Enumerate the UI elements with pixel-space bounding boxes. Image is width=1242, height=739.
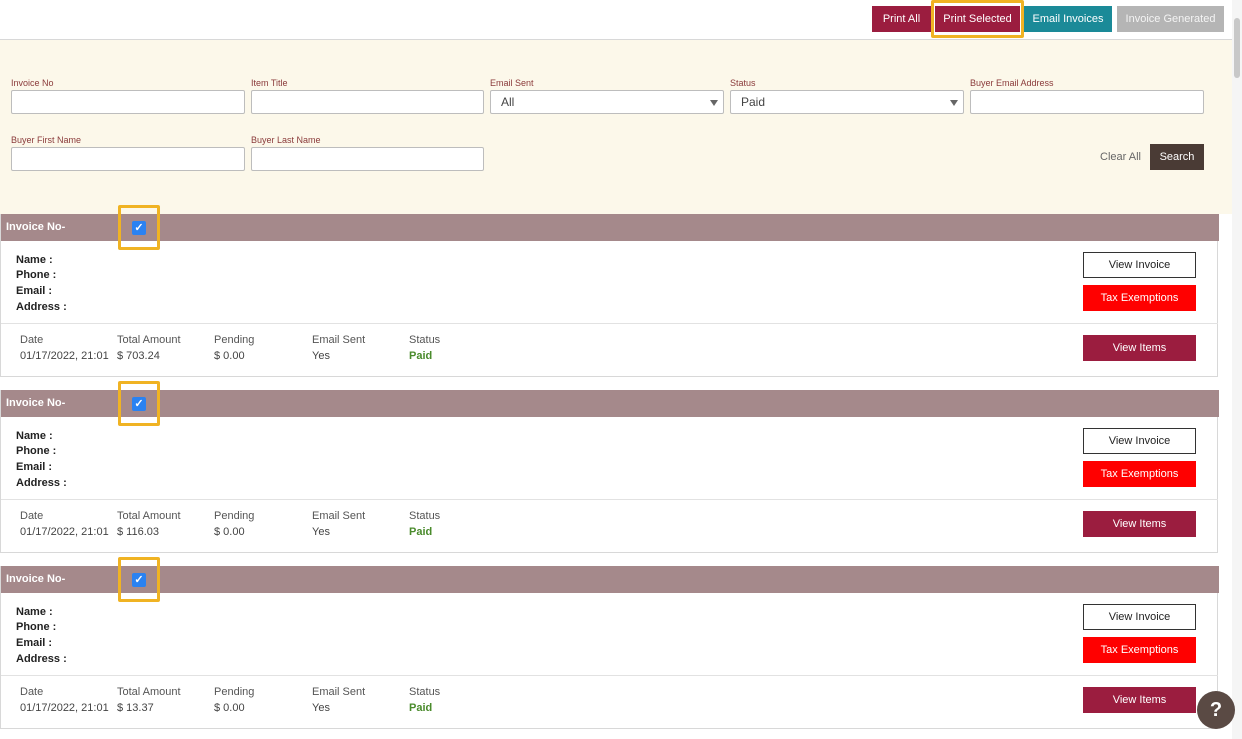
print-all-button[interactable]: Print All: [872, 6, 931, 32]
buyer-name-label: Name :: [16, 254, 53, 266]
buyer-email-input[interactable]: [970, 90, 1204, 114]
buyer-last-name-label: Buyer Last Name: [251, 135, 321, 145]
invoice-email-sent: Yes: [312, 350, 330, 362]
email-sent-header: Email Sent: [312, 686, 366, 698]
invoice-no-input[interactable]: [11, 90, 245, 114]
email-sent-header: Email Sent: [312, 334, 366, 346]
card-divider: [1, 323, 1218, 324]
tax-exemptions-button[interactable]: Tax Exemptions: [1083, 285, 1196, 311]
page-scrollbar-track[interactable]: [1232, 0, 1242, 739]
view-items-button[interactable]: View Items: [1083, 335, 1196, 361]
invoice-total: $ 116.03: [117, 526, 160, 538]
status-header: Status: [409, 510, 441, 522]
buyer-address-label: Address :: [16, 653, 67, 665]
buyer-first-name-label: Buyer First Name: [11, 135, 82, 145]
invoice-email-sent: Yes: [312, 526, 330, 538]
help-icon[interactable]: ?: [1197, 691, 1235, 729]
tax-exemptions-button[interactable]: Tax Exemptions: [1083, 461, 1196, 487]
print-selected-button[interactable]: Print Selected: [935, 6, 1020, 32]
invoice-total: $ 13.37: [117, 702, 154, 714]
buyer-last-name-input[interactable]: [251, 147, 484, 171]
view-invoice-button[interactable]: View Invoice: [1083, 252, 1196, 278]
invoice-date: 01/17/2022, 21:01: [20, 526, 109, 538]
invoice-status: Paid: [409, 702, 433, 714]
buyer-phone-label: Phone :: [16, 269, 57, 281]
search-button[interactable]: Search: [1150, 144, 1204, 170]
invoice-status: Paid: [409, 526, 433, 538]
email-sent-header: Email Sent: [312, 510, 366, 522]
invoice-email-sent: Yes: [312, 702, 330, 714]
invoice-card: Invoice No- ✓ Name : Phone : Email : Add…: [0, 557, 1219, 729]
invoice-no-label: Invoice No: [11, 78, 54, 88]
date-header: Date: [20, 334, 44, 346]
item-title-input[interactable]: [251, 90, 484, 114]
buyer-phone-label: Phone :: [16, 621, 57, 633]
email-sent-selected: All: [501, 95, 515, 109]
date-header: Date: [20, 686, 44, 698]
page-scrollbar-thumb[interactable]: [1234, 18, 1240, 78]
invoice-pending: $ 0.00: [214, 702, 245, 714]
clear-all-link[interactable]: Clear All: [1100, 151, 1141, 163]
item-title-label: Item Title: [251, 78, 288, 88]
total-amount-header: Total Amount: [117, 686, 181, 698]
filter-panel: Invoice No Item Title Email Sent All Sta…: [0, 40, 1232, 214]
invoice-total: $ 703.24: [117, 350, 160, 362]
date-header: Date: [20, 510, 44, 522]
status-header: Status: [409, 334, 441, 346]
invoice-date: 01/17/2022, 21:01: [20, 350, 109, 362]
chevron-down-icon: [950, 100, 958, 106]
view-invoice-button[interactable]: View Invoice: [1083, 428, 1196, 454]
total-amount-header: Total Amount: [117, 334, 181, 346]
invoice-no-title: Invoice No-: [6, 397, 66, 409]
email-invoices-button[interactable]: Email Invoices: [1024, 6, 1112, 32]
email-sent-label: Email Sent: [490, 78, 534, 88]
buyer-email-label: Email :: [16, 637, 53, 649]
top-toolbar: Print All Print Selected Email Invoices …: [0, 0, 1232, 40]
buyer-name-label: Name :: [16, 606, 53, 618]
checkbox-checked-icon[interactable]: ✓: [132, 573, 146, 587]
invoice-card-header: Invoice No- ✓: [1, 390, 1219, 417]
invoice-card: Invoice No- ✓ Name : Phone : Email : Add…: [0, 205, 1219, 377]
tax-exemptions-button[interactable]: Tax Exemptions: [1083, 637, 1196, 663]
status-label: Status: [730, 78, 756, 88]
total-amount-header: Total Amount: [117, 510, 181, 522]
checkbox-checked-icon[interactable]: ✓: [132, 397, 146, 411]
checkbox-checked-icon[interactable]: ✓: [132, 221, 146, 235]
card-divider: [1, 499, 1218, 500]
invoice-status: Paid: [409, 350, 433, 362]
buyer-email-label: Email :: [16, 461, 53, 473]
buyer-address-label: Address :: [16, 301, 67, 313]
invoice-pending: $ 0.00: [214, 526, 245, 538]
view-items-button[interactable]: View Items: [1083, 687, 1196, 713]
invoice-no-title: Invoice No-: [6, 221, 66, 233]
buyer-first-name-input[interactable]: [11, 147, 245, 171]
email-sent-select[interactable]: All: [490, 90, 724, 114]
invoice-generated-button[interactable]: Invoice Generated: [1117, 6, 1224, 32]
status-selected: Paid: [741, 95, 766, 109]
buyer-name-label: Name :: [16, 430, 53, 442]
invoice-card-header: Invoice No- ✓: [1, 566, 1219, 593]
card-divider: [1, 675, 1218, 676]
invoice-card: Invoice No- ✓ Name : Phone : Email : Add…: [0, 381, 1219, 553]
invoice-no-title: Invoice No-: [6, 573, 66, 585]
pending-header: Pending: [214, 686, 255, 698]
view-invoice-button[interactable]: View Invoice: [1083, 604, 1196, 630]
status-select[interactable]: Paid: [730, 90, 964, 114]
status-header: Status: [409, 686, 441, 698]
view-items-button[interactable]: View Items: [1083, 511, 1196, 537]
invoice-card-header: Invoice No- ✓: [1, 214, 1219, 241]
invoice-date: 01/17/2022, 21:01: [20, 702, 109, 714]
pending-header: Pending: [214, 334, 255, 346]
chevron-down-icon: [710, 100, 718, 106]
buyer-address-label: Address :: [16, 477, 67, 489]
pending-header: Pending: [214, 510, 255, 522]
invoice-pending: $ 0.00: [214, 350, 245, 362]
buyer-email-label: Email :: [16, 285, 53, 297]
buyer-email-label: Buyer Email Address: [970, 78, 1054, 88]
buyer-phone-label: Phone :: [16, 445, 57, 457]
